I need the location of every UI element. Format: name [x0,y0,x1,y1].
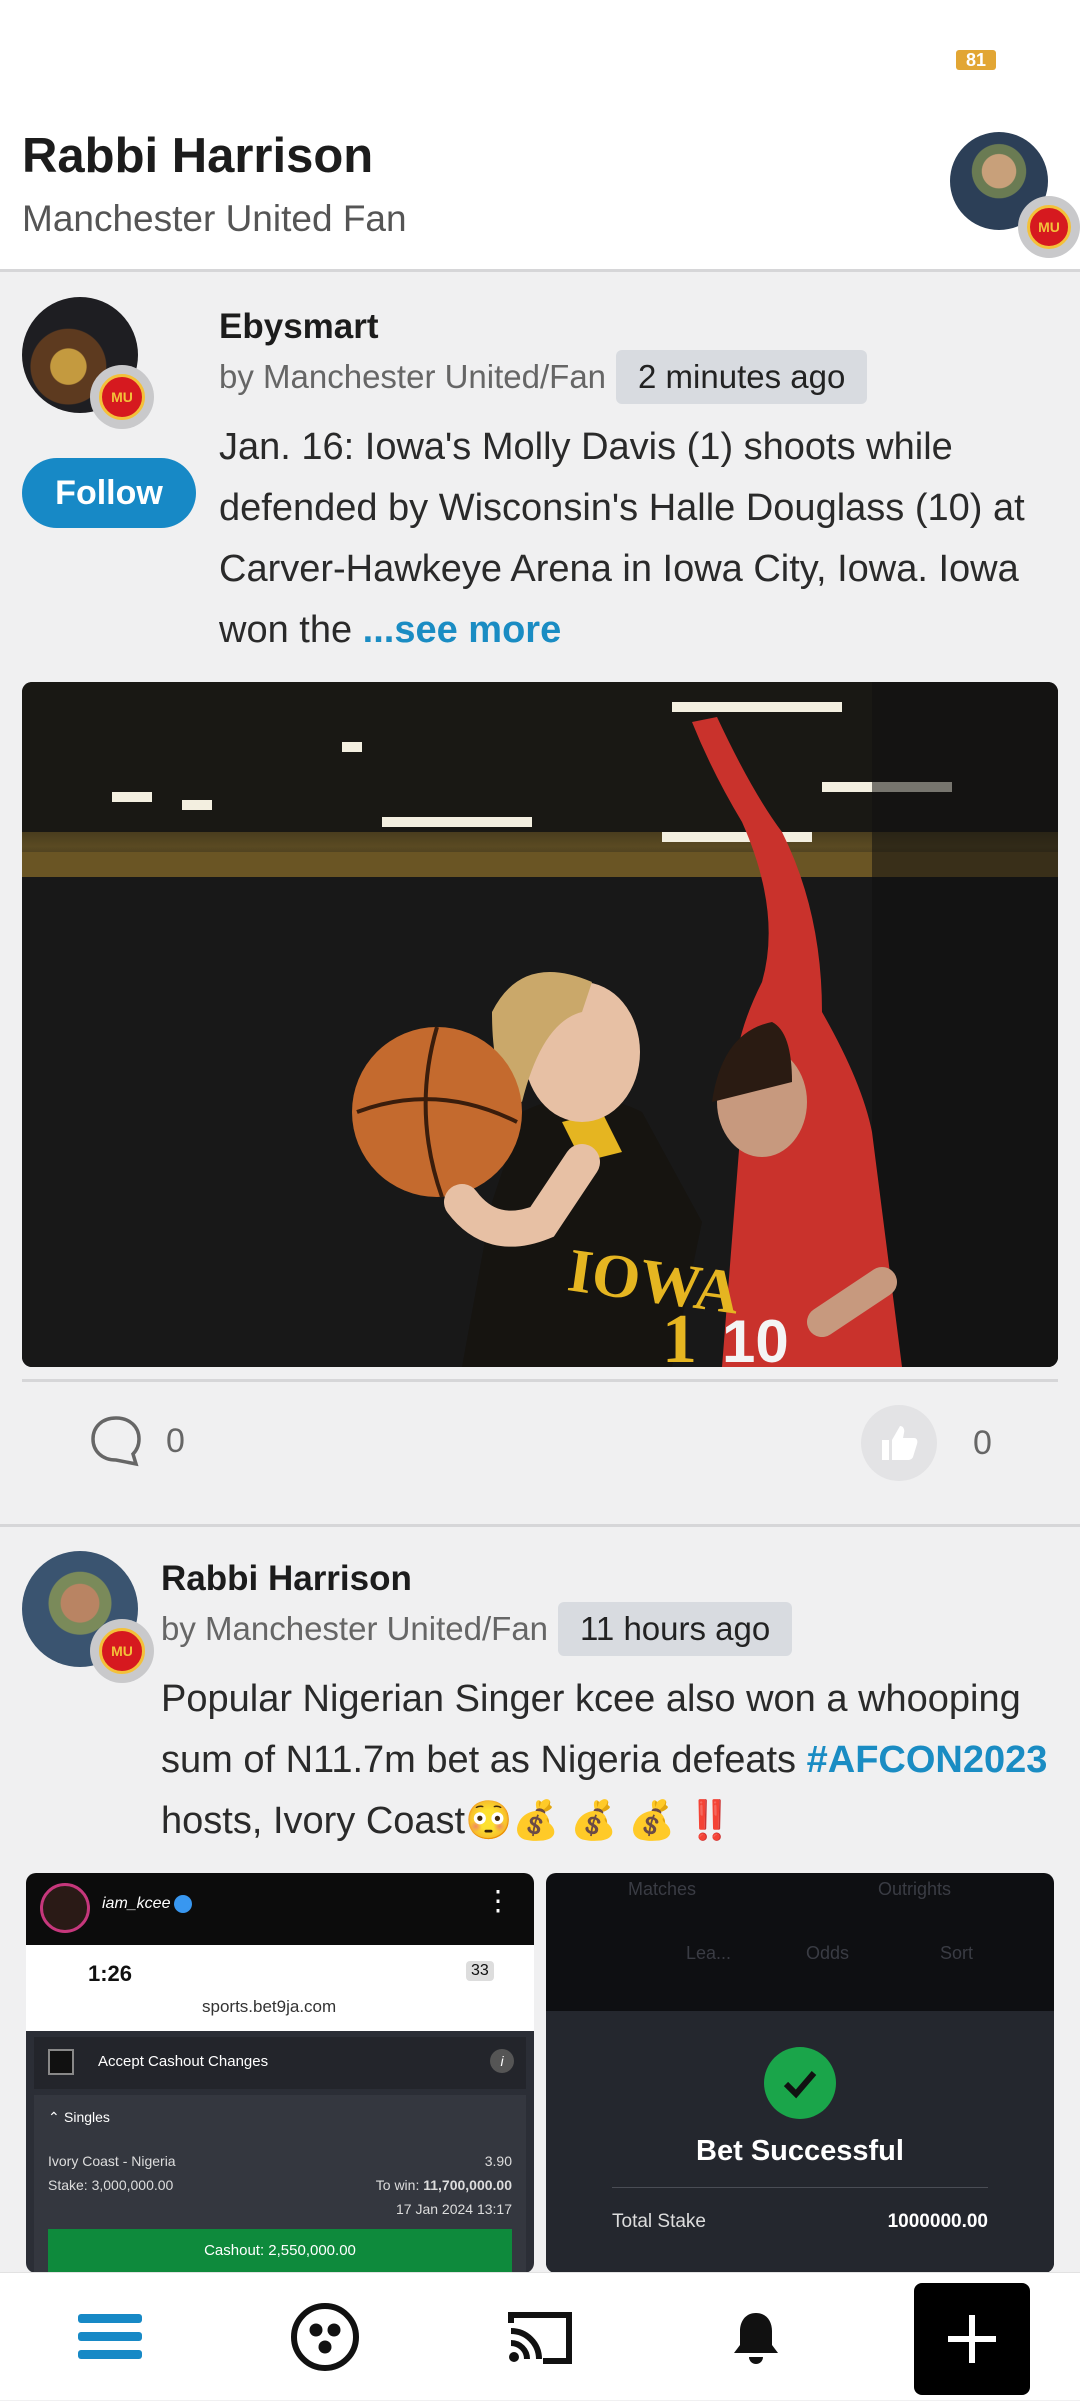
post-meta: by Manchester United/Fan 11 hours ago [161,1602,793,1656]
post-card: MU Rabbi Harrison by Manchester United/F… [0,1527,1080,2273]
profile-header: Rabbi Harrison Manchester United Fan MU [0,120,1080,272]
phone-battery: 33 [466,1961,494,1981]
post-image-bet-slip[interactable]: iam_kcee ⋮ 1:26 33 sports.bet9ja.com Acc… [26,1873,534,2273]
nav-groups[interactable] [255,2273,395,2401]
singles-chevron-icon: ⌃ [48,2109,60,2125]
total-stake-value: 1000000.00 [887,2211,988,2232]
profile-name: Rabbi Harrison [22,129,374,183]
bottom-navigation [0,2272,1080,2400]
club-badge-icon: MU [90,1619,154,1683]
club-badge-icon: MU [1018,196,1080,258]
match-odds: 3.90 [484,2153,512,2169]
post-text: Popular Nigerian Singer kcee also won a … [161,1678,1048,1842]
account-avatar [40,1883,90,1933]
bet-slip-panel: Accept Cashout Changes i ⌃ Singles Ivory… [26,2031,534,2273]
phone-time: 1:26 [88,1961,133,1986]
post-time: 2 minutes ago [616,350,868,404]
success-check-icon [764,2047,836,2119]
tab-matches: Matches [628,1879,697,1899]
accept-label: Accept Cashout Changes [98,2053,269,2070]
post-meta: by Manchester United/Fan 2 minutes ago [219,350,868,404]
groups-icon [291,2303,359,2371]
see-more-link[interactable]: ...see more [363,609,562,651]
stake-amount: Stake: 3,000,000.00 [48,2177,174,2193]
cast-icon [508,2312,572,2364]
success-dialog: Bet Successful Total Stake 1000000.00 [546,2011,1054,2273]
post-author[interactable]: Ebysmart [219,307,379,347]
post-divider [22,1379,1058,1382]
nav-cast[interactable] [470,2273,610,2401]
filter-sort: Sort [940,1943,974,1963]
filter-league: Lea... [686,1943,732,1963]
profile-avatar[interactable]: MU [950,132,1080,262]
post-text: Jan. 16: Iowa's Molly Davis (1) shoots w… [219,426,1025,651]
browser-url: sports.bet9ja.com [202,1997,337,2016]
cashout-button: Cashout: 2,550,000.00 [48,2229,512,2273]
bet-date: 17 Jan 2024 13:17 [396,2201,512,2217]
battery-indicator: 81 [956,50,996,70]
post-card: MU Ebysmart by Manchester United/Fan 2 m… [0,275,1080,1523]
to-win-value: 11,700,000.00 [423,2177,512,2193]
nav-add[interactable] [914,2283,1030,2395]
like-icon[interactable] [861,1405,937,1481]
verified-icon [174,1895,192,1913]
post-image-bet-success[interactable]: Matches Outrights Lea... Odds Sort Bet S… [546,1873,1054,2273]
like-action[interactable]: 0 [861,1405,992,1481]
comment-count: 0 [166,1421,185,1460]
follow-button[interactable]: Follow [22,458,196,528]
nav-notifications[interactable] [686,2273,826,2401]
club-badge-icon: MU [90,365,154,429]
post-byline: by Manchester United/Fan [219,358,607,395]
nav-feed[interactable] [40,2273,180,2401]
post-time: 11 hours ago [558,1602,793,1656]
dialog-divider [612,2187,988,2188]
post-byline: by Manchester United/Fan [161,1610,549,1647]
author-avatar[interactable]: MU [22,297,154,429]
profile-subtitle: Manchester United Fan [22,198,407,239]
status-bar: 81 [0,0,1080,120]
to-win-label: To win: [375,2177,420,2193]
comment-icon [91,1416,141,1467]
opponent-number: 10 [722,1308,789,1367]
like-count: 0 [973,1423,992,1462]
tab-outrights: Outrights [878,1879,952,1899]
feed-icon [78,2314,142,2359]
comment-action[interactable]: 0 [88,1413,185,1469]
jersey-number: 1 [662,1301,697,1367]
post-photo[interactable]: IOWA 1 10 [22,682,1058,1367]
match-name: Ivory Coast - Nigeria [48,2153,176,2169]
author-avatar[interactable]: MU [22,1551,154,1683]
photo-illustration: IOWA 1 10 [22,682,1058,1367]
post-author[interactable]: Rabbi Harrison [161,1559,412,1599]
singles-label: Singles [64,2109,110,2125]
instagram-header: iam_kcee ⋮ [26,1873,534,1945]
filter-odds: Odds [806,1943,850,1963]
success-title: Bet Successful [696,2135,904,2167]
notifications-icon [734,2313,778,2364]
accept-checkbox [48,2049,74,2075]
account-name: iam_kcee [102,1895,171,1912]
info-icon: i [490,2049,514,2073]
total-stake-label: Total Stake [612,2211,706,2232]
more-options-icon: ⋮ [484,1885,512,1916]
add-icon [948,2315,996,2363]
hashtag-link[interactable]: #AFCON2023 [807,1739,1048,1781]
